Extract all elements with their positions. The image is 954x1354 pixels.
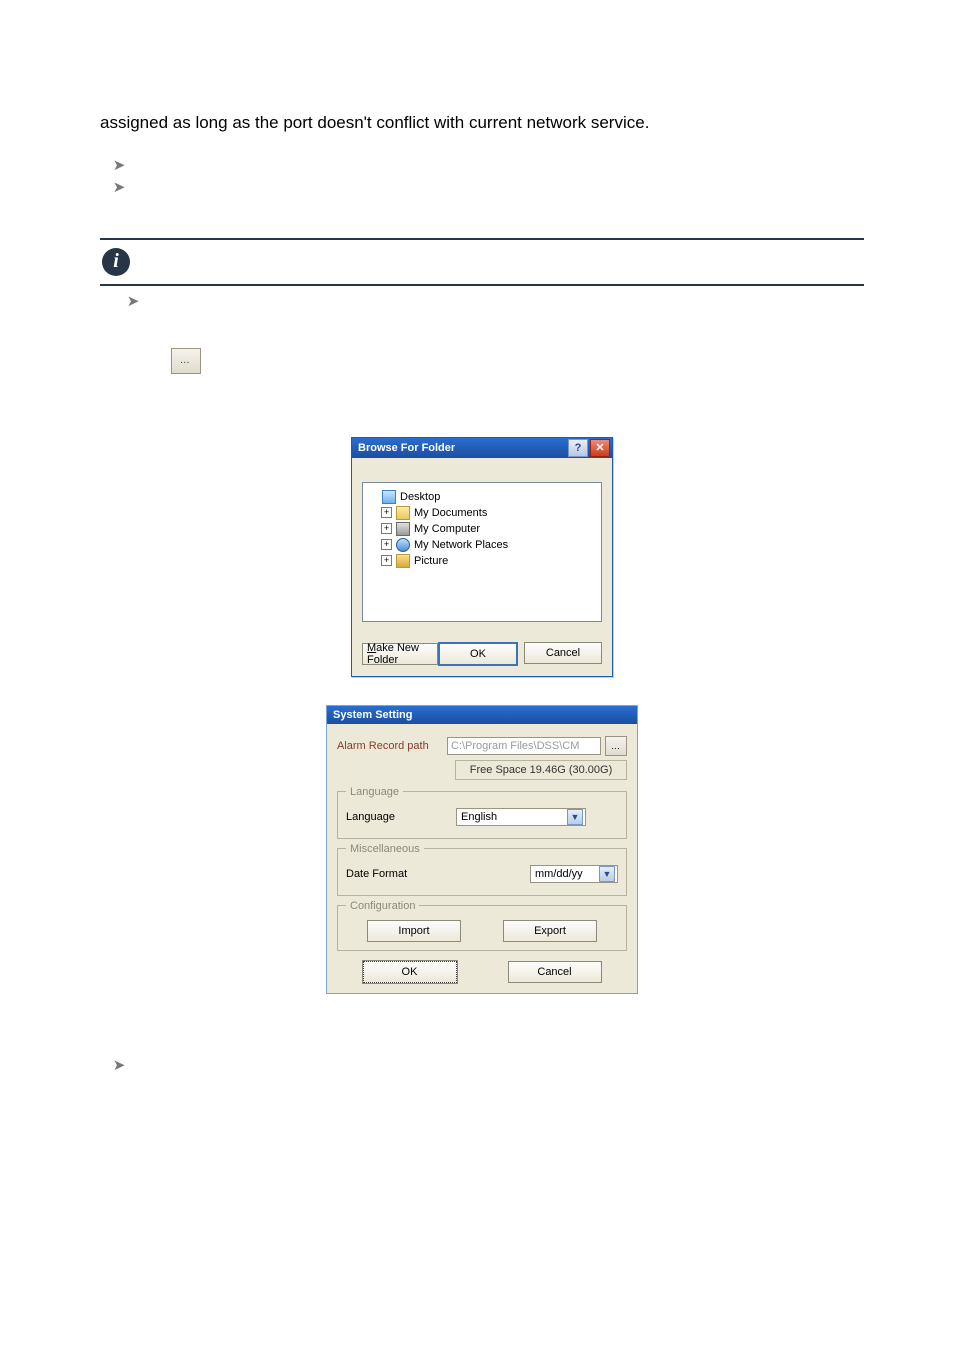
expand-icon[interactable]: + [381,523,392,534]
alarm-record-path-input[interactable]: C:\Program Files\DSS\CM [447,737,601,755]
divider [100,284,864,286]
tree-row-picture[interactable]: + Picture [381,553,597,569]
sub-bullet-row: ➤ [124,290,864,310]
tree-label: My Network Places [414,539,508,551]
help-icon[interactable]: ? [568,439,588,457]
dialog-body: Desktop + My Documents + My Computer + [352,458,612,632]
arrow-bullet-icon: ➤ [110,156,128,174]
system-setting-panel: System Setting Alarm Record path C:\Prog… [326,705,638,994]
indented-paragraph [156,316,864,342]
desktop-icon [382,490,396,504]
inline-button-row: … [156,348,864,374]
arrow-bullet-icon: ➤ [110,1056,128,1074]
miscellaneous-group: Miscellaneous Date Format mm/dd/yy ▼ [337,843,627,896]
tree-label: Picture [414,555,448,567]
chevron-down-icon: ▼ [599,866,615,882]
free-space-display: Free Space 19.46G (30.00G) [455,760,627,780]
folder-icon [396,554,410,568]
date-format-select[interactable]: mm/dd/yy ▼ [530,865,618,883]
tree-label: Desktop [400,491,440,503]
footer-bullets: ➤ [100,1054,864,1074]
dialog-titlebar: Browse For Folder ? ✕ [352,438,612,458]
panel-title: System Setting [327,706,637,724]
configuration-group: Configuration Import Export [337,900,627,951]
expand-icon[interactable]: + [381,507,392,518]
dialog-title: Browse For Folder [358,442,566,454]
import-button[interactable]: Import [367,920,461,942]
export-button[interactable]: Export [503,920,597,942]
divider [100,238,864,240]
tree-label: My Computer [414,523,480,535]
ok-button[interactable]: OK [363,961,457,983]
cancel-button[interactable]: Cancel [524,642,602,664]
network-icon [396,538,410,552]
tree-row-documents[interactable]: + My Documents [381,505,597,521]
bullet-row: ➤ [110,1054,864,1074]
chevron-down-icon: ▼ [567,809,583,825]
date-format-value: mm/dd/yy [535,868,583,880]
browse-button[interactable]: … [605,736,627,756]
tree-row-desktop[interactable]: Desktop [367,489,597,505]
configuration-legend: Configuration [346,900,419,912]
bullet-row: ➤ [110,154,864,174]
computer-icon [396,522,410,536]
language-value: English [461,811,497,823]
inline-text-after [211,348,216,374]
arrow-bullet-icon: ➤ [110,178,128,196]
indented-paragraph [156,380,864,406]
bullet-list-1: ➤ ➤ [110,154,864,196]
inline-text-before [156,348,161,374]
folder-tree[interactable]: Desktop + My Documents + My Computer + [362,482,602,622]
ok-button[interactable]: OK [438,642,518,666]
document-page: assigned as long as the port doesn't con… [0,110,954,1172]
language-label: Language [346,811,456,823]
language-legend: Language [346,786,403,798]
folder-icon [396,506,410,520]
tree-row-computer[interactable]: + My Computer [381,521,597,537]
info-icon: i [102,248,130,276]
alarm-record-path-row: Alarm Record path C:\Program Files\DSS\C… [337,736,627,756]
arrow-bullet-icon: ➤ [124,292,142,310]
make-new-folder-button[interactable]: Make New Folder [362,643,438,665]
cancel-button[interactable]: Cancel [508,961,602,983]
tree-label: My Documents [414,507,487,519]
expand-icon[interactable]: + [381,539,392,550]
alarm-record-path-label: Alarm Record path [337,740,447,752]
info-callout: i [100,244,864,280]
bullet-row: ➤ [110,176,864,196]
language-group: Language Language English ▼ [337,786,627,839]
dialog-footer: Make New Folder OK Cancel [352,632,612,676]
intro-paragraph: assigned as long as the port doesn't con… [100,110,864,136]
language-select[interactable]: English ▼ [456,808,586,826]
expand-icon[interactable]: + [381,555,392,566]
browse-for-folder-dialog: Browse For Folder ? ✕ Desktop + My Docum… [351,437,613,677]
browse-button-inline[interactable]: … [171,348,201,374]
date-format-label: Date Format [346,868,476,880]
close-icon[interactable]: ✕ [590,439,610,457]
tree-row-network[interactable]: + My Network Places [381,537,597,553]
miscellaneous-legend: Miscellaneous [346,843,424,855]
